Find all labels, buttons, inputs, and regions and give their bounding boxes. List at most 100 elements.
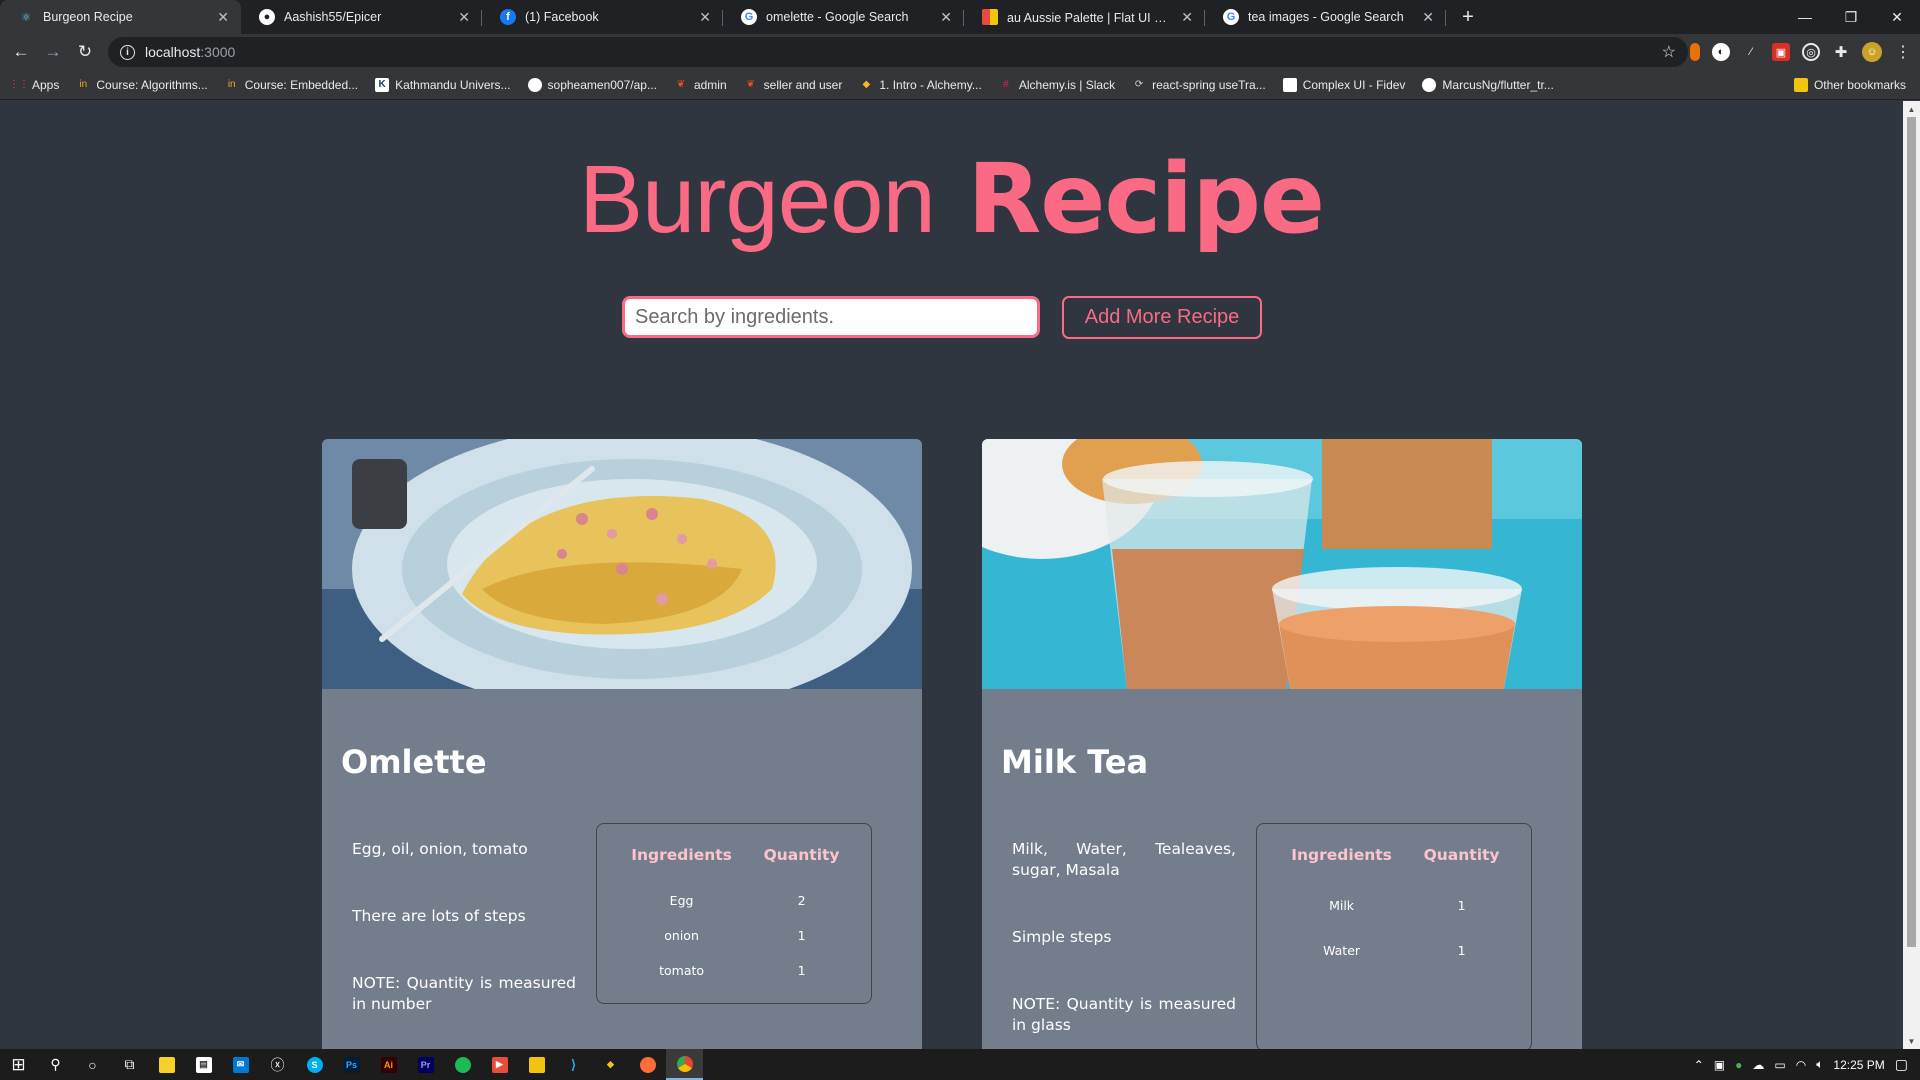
windows-start-icon[interactable]: ⊞ [0,1049,37,1080]
recipe-ingredients-text: Egg, oil, onion, tomato [352,840,528,858]
close-icon[interactable]: ✕ [940,9,952,26]
bookmark-item[interactable]: sopheamen007/ap... [527,77,657,92]
premiere-icon[interactable]: Pr [407,1049,444,1080]
recipe-description: Milk, Water, Tealeaves, sugar, Masala Si… [1012,839,1236,1049]
photoshop-icon[interactable]: Ps [333,1049,370,1080]
address-bar[interactable]: i localhost :3000 ☆ [108,37,1688,67]
tab-flatui[interactable]: au Aussie Palette | Flat UI Colors ❤ ✕ [964,0,1205,34]
scrollbar-thumb[interactable] [1907,117,1916,947]
close-icon[interactable]: ✕ [217,9,229,26]
close-window-icon[interactable]: ✕ [1874,0,1920,34]
illustrator-icon[interactable]: Ai [370,1049,407,1080]
file-explorer-icon[interactable] [518,1049,555,1080]
spotify-icon[interactable] [444,1049,481,1080]
avatar[interactable]: ☺ [1862,42,1882,62]
recipe-name: Omlette [341,743,487,781]
cortana-icon[interactable]: ○ [74,1049,111,1080]
extension-icon[interactable]: ◐ [1712,43,1730,61]
recorder-icon[interactable]: ▶ [481,1049,518,1080]
bookmark-item[interactable]: MarcusNg/flutter_tr... [1422,77,1554,92]
menu-icon[interactable]: ⋮ [1894,43,1912,61]
wifi-icon[interactable]: ◠ [1796,1058,1806,1072]
google-icon: G [741,9,757,25]
extension-icon[interactable]: ◎ [1802,43,1820,61]
flatui-icon [982,9,998,25]
quantity-cell: 2 [797,893,806,908]
store-icon[interactable]: ▤ [185,1049,222,1080]
close-icon[interactable]: ✕ [1422,9,1434,26]
mail-icon[interactable]: ✉ [222,1049,259,1080]
page-viewport: Burgeon Recipe Add More Recipe [0,101,1903,1049]
tab-epicer[interactable]: ● Aashish55/Epicer ✕ [241,0,482,34]
other-bookmarks[interactable]: Other bookmarks [1793,77,1906,92]
bookmark-item[interactable]: in Course: Algorithms... [76,78,207,92]
volume-icon[interactable]: 🔈︎ [1816,1057,1823,1072]
xbox-icon[interactable]: ⓧ [259,1049,296,1080]
title-light: Burgeon [578,146,936,253]
tab-facebook[interactable]: f (1) Facebook ✕ [482,0,723,34]
scroll-down-icon[interactable]: ▼ [1903,1033,1920,1049]
bookmark-item[interactable]: K Kathmandu Univers... [375,77,511,92]
tab-burgeon-recipe[interactable]: ⚛ Burgeon Recipe ✕ [0,0,241,34]
notifications-icon[interactable]: ▢ [1895,1056,1908,1073]
skype-icon[interactable]: S [296,1049,333,1080]
forward-icon[interactable]: → [37,42,69,62]
extension-icon[interactable]: ▣ [1772,43,1790,61]
scroll-up-icon[interactable]: ▲ [1903,101,1920,117]
page-scrollbar[interactable]: ▲ ▼ [1903,101,1920,1049]
quantity-cell: 1 [1457,943,1466,958]
restore-icon[interactable]: ❐ [1828,0,1874,34]
milk-tea-photo [982,439,1582,689]
sticky-notes-icon[interactable] [148,1049,185,1080]
github-icon [527,77,542,92]
clock[interactable]: 12:25 PM [1833,1058,1884,1072]
new-tab-button[interactable]: + [1450,0,1486,34]
close-icon[interactable]: ✕ [1181,9,1193,26]
chevron-up-icon[interactable]: ⌃ [1694,1058,1704,1072]
back-icon[interactable]: ← [5,42,37,62]
page-title: Burgeon Recipe [0,143,1903,255]
add-recipe-button[interactable]: Add More Recipe [1062,296,1262,339]
tray-app-icon[interactable]: ▣ [1714,1058,1725,1072]
bookmark-item[interactable]: ⟳ react-spring useTra... [1132,78,1266,92]
tab-strip: ⚛ Burgeon Recipe ✕ ● Aashish55/Epicer ✕ … [0,0,1920,34]
close-icon[interactable]: ✕ [458,9,470,26]
recipe-name: Milk Tea [1001,743,1149,781]
extension-icon[interactable] [1690,43,1700,61]
tray-app-icon[interactable]: ● [1735,1058,1742,1072]
column-header-ingredients: Ingredients [631,846,732,864]
omelette-photo [322,439,922,689]
recipe-steps: Simple steps [1012,928,1112,946]
postman-icon[interactable] [629,1049,666,1080]
bookmark-item[interactable]: Complex UI - Fidev [1282,77,1405,92]
column-header-ingredients: Ingredients [1291,846,1392,864]
tab-title: Burgeon Recipe [43,10,133,24]
search-icon[interactable]: ⚲ [37,1049,74,1080]
bookmark-item[interactable]: ❦ seller and user [744,78,842,92]
bookmark-item[interactable]: # Alchemy.is | Slack [999,78,1115,92]
bookmark-item[interactable]: in Course: Embedded... [225,78,358,92]
info-icon[interactable]: i [120,44,135,60]
reload-icon[interactable]: ↻ [69,42,101,62]
tab-omelette-search[interactable]: G omelette - Google Search ✕ [723,0,964,34]
extension-icon[interactable]: ⁄ [1742,43,1760,61]
tab-title: Aashish55/Epicer [284,10,382,24]
close-icon[interactable]: ✕ [699,9,711,26]
bookmark-item[interactable]: ❦ admin [674,78,727,92]
bookmark-apps[interactable]: ⋮⋮ Apps [9,78,59,92]
bookmark-item[interactable]: ◆ 1. Intro - Alchemy... [859,78,982,92]
battery-icon[interactable]: ▭ [1774,1058,1785,1072]
cloud-icon[interactable]: ☁ [1752,1058,1764,1072]
alchemy-icon: ◆ [862,79,871,90]
minimize-icon[interactable]: — [1782,0,1828,34]
puzzle-icon[interactable]: ✚ [1832,43,1850,61]
search-input[interactable] [622,296,1040,338]
chrome-icon[interactable] [666,1049,703,1080]
git-icon[interactable]: ◆ [592,1049,629,1080]
react-icon: ⚛ [21,11,31,24]
star-icon[interactable]: ☆ [1662,42,1676,62]
tab-tea-search[interactable]: G tea images - Google Search ✕ [1205,0,1446,34]
title-bold: Recipe [967,143,1325,255]
vscode-icon[interactable]: ⟩ [555,1049,592,1080]
task-view-icon[interactable]: ⧉ [111,1049,148,1080]
